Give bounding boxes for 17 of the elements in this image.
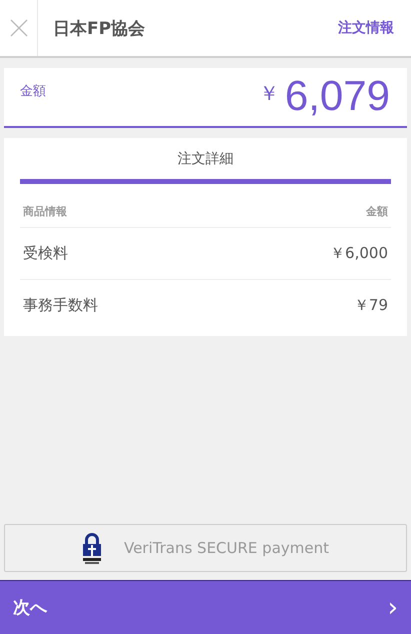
lock-logo-icon <box>82 532 102 564</box>
currency-symbol: ￥ <box>258 82 279 107</box>
item-price: ￥79 <box>354 296 388 315</box>
item-price: ￥6,000 <box>330 244 388 263</box>
tab[interactable]: 注文詳細 <box>20 138 391 184</box>
page-title: 日本FP協会 <box>53 18 146 40</box>
next-button[interactable]: 次へ › <box>0 580 411 634</box>
column-header: 商品情報 <box>23 204 67 219</box>
order-info-link[interactable]: 注文情報 <box>338 19 394 37</box>
total-amount: 6,079 <box>284 71 390 121</box>
chevron-icon: › <box>388 592 398 622</box>
column-header: 金額 <box>366 204 388 219</box>
amount-label: 金額 <box>20 83 46 101</box>
item-name: 事務手数料 <box>23 296 98 315</box>
item-name: 受検料 <box>23 244 68 263</box>
close-icon <box>10 19 28 37</box>
secure-payment-text: VeriTrans SECURE payment <box>124 539 329 557</box>
